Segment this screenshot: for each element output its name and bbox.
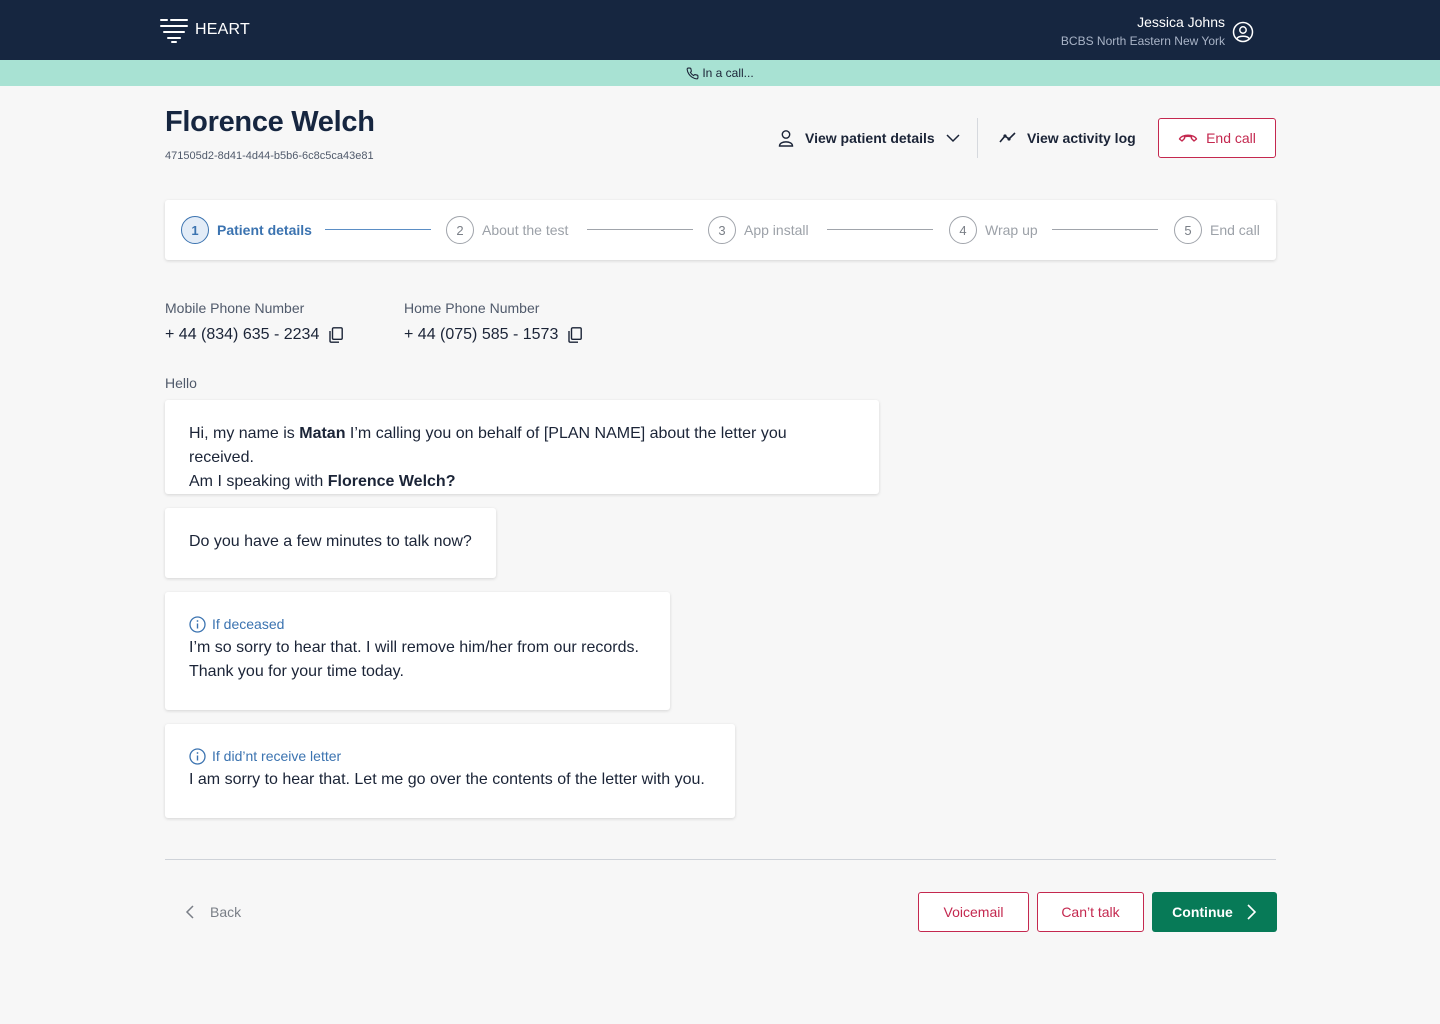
step-connector	[587, 229, 693, 230]
deceased-line-1: I’m so sorry to hear that. I will remove…	[189, 639, 639, 656]
no-letter-text: I am sorry to hear that. Let me go over …	[189, 771, 705, 788]
mobile-phone-block: Mobile Phone Number + 44 (834) 635 - 223…	[165, 300, 344, 344]
step-label: Patient details	[217, 222, 312, 238]
end-call-label: End call	[1206, 130, 1256, 146]
view-activity-log-label: View activity log	[1027, 130, 1136, 146]
home-phone-value: + 44 (075) 585 - 1573	[404, 326, 559, 343]
step-wrap-up[interactable]: 4 Wrap up	[949, 216, 1038, 244]
intro-line-1: Hi, my name is Matan I’m calling you on …	[189, 425, 787, 466]
home-phone-block: Home Phone Number + 44 (075) 585 - 1573	[404, 300, 583, 344]
step-app-install[interactable]: 3 App install	[708, 216, 809, 244]
step-number: 3	[708, 216, 736, 244]
chevron-left-icon	[185, 905, 194, 919]
patient-name-mention: Florence Welch?	[327, 473, 456, 490]
heart-logo-icon	[160, 19, 188, 43]
deceased-tag: If deceased	[189, 614, 646, 634]
script-card-intro: Hi, my name is Matan I’m calling you on …	[165, 400, 879, 494]
activity-icon	[999, 132, 1016, 143]
step-label: App install	[744, 222, 809, 238]
ask-time-text: Do you have a few minutes to talk now?	[189, 533, 472, 550]
script-card-deceased: If deceased I’m so sorry to hear that. I…	[165, 592, 670, 710]
header-divider	[977, 118, 978, 158]
user-info: Jessica Johns BCBS North Eastern New Yor…	[1061, 14, 1225, 49]
view-patient-details-label: View patient details	[805, 130, 935, 146]
hang-up-icon	[1178, 134, 1198, 142]
script-card-no-letter: If did’nt receive letter I am sorry to h…	[165, 724, 735, 818]
copy-icon[interactable]	[329, 327, 344, 343]
step-connector	[827, 229, 933, 230]
step-label: End call	[1210, 222, 1260, 238]
step-label: About the test	[482, 222, 569, 238]
step-end-call[interactable]: 5 End call	[1174, 216, 1260, 244]
step-number: 1	[181, 216, 209, 244]
step-number: 4	[949, 216, 977, 244]
brand-name: HEART	[195, 21, 250, 38]
call-status-text: In a call...	[702, 66, 754, 80]
step-connector	[1052, 229, 1158, 230]
home-phone-label: Home Phone Number	[404, 300, 540, 316]
script-section-label: Hello	[165, 375, 197, 391]
cant-talk-label: Can’t talk	[1061, 904, 1120, 920]
view-patient-details-button[interactable]: View patient details	[777, 122, 961, 154]
voicemail-button[interactable]: Voicemail	[918, 892, 1029, 932]
patient-name: Florence Welch	[165, 106, 375, 138]
footer-divider	[165, 859, 1276, 860]
user-name: Jessica Johns	[1137, 14, 1225, 30]
cant-talk-button[interactable]: Can’t talk	[1037, 892, 1144, 932]
user-account-icon[interactable]	[1232, 21, 1254, 43]
step-number: 5	[1174, 216, 1202, 244]
back-button[interactable]: Back	[184, 900, 241, 924]
view-activity-log-button[interactable]: View activity log	[999, 122, 1136, 154]
continue-label: Continue	[1172, 904, 1233, 920]
user-org: BCBS North Eastern New York	[1060, 34, 1225, 48]
top-bar: HEART Jessica Johns BCBS North Eastern N…	[0, 0, 1440, 60]
voicemail-label: Voicemail	[943, 904, 1004, 920]
phone-icon	[686, 67, 699, 79]
step-patient-details[interactable]: 1 Patient details	[181, 216, 312, 244]
intro-line-2: Am I speaking with Florence Welch?	[189, 473, 456, 490]
info-icon	[189, 615, 206, 633]
progress-stepper: 1 Patient details 2 About the test 3 App…	[165, 200, 1276, 260]
back-label: Back	[210, 904, 242, 920]
call-status-banner: In a call...	[0, 60, 1440, 86]
mobile-phone-value: + 44 (834) 635 - 2234	[165, 326, 320, 343]
copy-icon[interactable]	[568, 327, 583, 343]
script-card-ask-time: Do you have a few minutes to talk now?	[165, 508, 496, 578]
mobile-phone-label: Mobile Phone Number	[165, 300, 305, 316]
end-call-button[interactable]: End call	[1158, 118, 1276, 158]
step-number: 2	[446, 216, 474, 244]
step-connector	[325, 229, 431, 230]
no-letter-tag-label: If did’nt receive letter	[212, 748, 342, 764]
continue-button[interactable]: Continue	[1152, 892, 1277, 932]
person-icon	[778, 130, 794, 147]
step-label: Wrap up	[985, 222, 1038, 238]
chevron-down-icon	[946, 134, 960, 143]
brand-logo[interactable]: HEART	[159, 17, 250, 43]
info-icon	[189, 747, 206, 765]
no-letter-tag: If did’nt receive letter	[189, 746, 711, 766]
patient-id: 471505d2-8d41-4d44-b5b6-6c8c5ca43e81	[165, 150, 374, 162]
chevron-right-icon	[1247, 904, 1256, 920]
step-about-the-test[interactable]: 2 About the test	[446, 216, 568, 244]
agent-name: Matan	[299, 425, 346, 442]
deceased-tag-label: If deceased	[212, 616, 285, 632]
deceased-line-2: Thank you for your time today.	[189, 663, 404, 680]
